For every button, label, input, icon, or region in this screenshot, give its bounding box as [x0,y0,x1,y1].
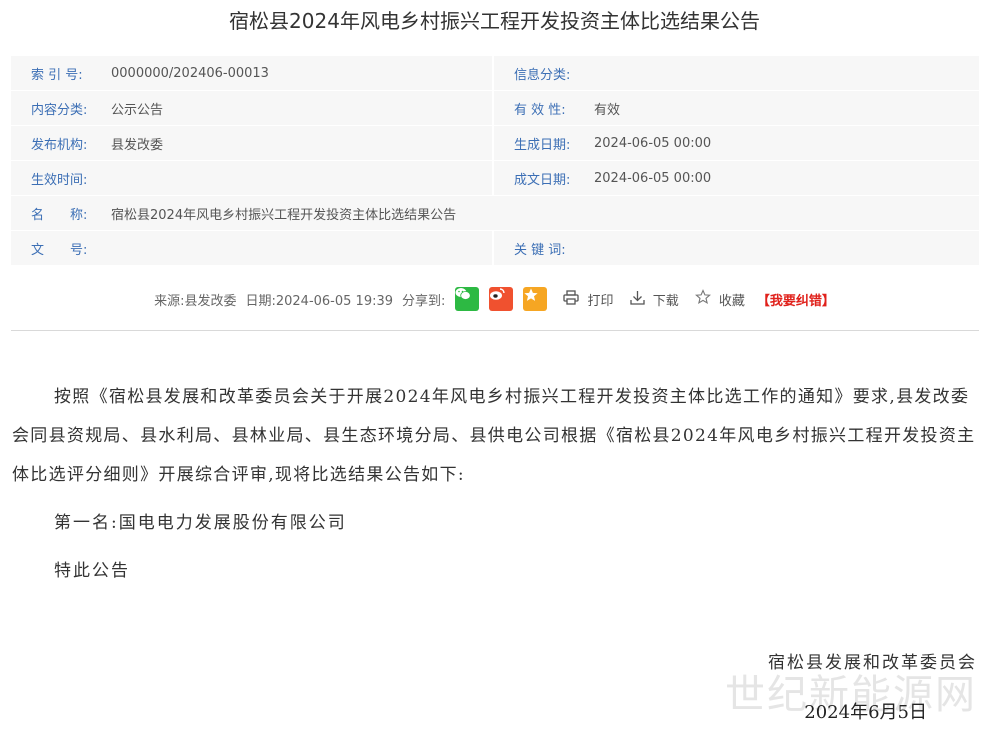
meta-row: 发布机构: 县发改委 生成日期: 2024-06-05 00:00 [11,125,979,161]
sign-date: 2024年6月5日 [804,702,927,723]
page-title: 宿松县2024年风电乡村振兴工程开发投资主体比选结果公告 [229,9,760,33]
download-label: 下载 [652,293,679,309]
index-value: 0000000/202406-00013 [111,56,492,91]
star-outline-icon [694,289,711,305]
share-weibo-button[interactable] [489,287,514,311]
wechat-icon [455,288,472,300]
print-label: 打印 [587,293,614,309]
share-wechat-button[interactable] [455,287,480,311]
content-class-label: 内容分类: [11,90,111,126]
name-label: 名 称: [11,195,111,231]
report-error-link[interactable]: 【我要纠错】 [757,290,835,309]
meta-row: 索 引 号: 0000000/202406-00013 信息分类: [11,56,979,91]
favorite-label: 收藏 [718,294,745,309]
signer-name: 宿松县发展和改革委员会 [768,653,977,673]
publisher-label: 发布机构: [11,125,111,161]
publisher-value: 县发改委 [111,125,492,161]
weibo-icon [490,288,506,300]
drafted-date-label: 成文日期: [494,160,594,196]
validity-value: 有效 [594,90,979,126]
doc-number-label: 文 号: [11,230,111,266]
share-label: 分享到: [402,293,446,309]
metadata-table: 索 引 号: 0000000/202406-00013 信息分类: 内容分类: … [11,56,979,266]
effective-time-value [111,160,492,196]
created-date-label: 生成日期: [494,125,594,161]
drafted-date-value: 2024-06-05 00:00 [594,160,979,196]
content-class-value: 公示公告 [111,90,492,126]
download-button[interactable]: 下载 [629,290,679,309]
article-body: 按照《宿松县发展和改革委员会关于开展2024年风电乡村振兴工程开发投资主体比选工… [12,378,978,595]
created-date-value: 2024-06-05 00:00 [594,125,979,161]
info-class-label: 信息分类: [494,56,594,91]
info-class-value [594,56,979,91]
meta-row: 名 称: 宿松县2024年风电乡村振兴工程开发投资主体比选结果公告 [11,195,979,231]
body-paragraph: 按照《宿松县发展和改革委员会关于开展2024年风电乡村振兴工程开发投资主体比选工… [12,387,976,485]
name-value: 宿松县2024年风电乡村振兴工程开发投资主体比选结果公告 [111,195,979,231]
validity-label: 有 效 性: [494,90,594,126]
index-label: 索 引 号: [11,56,111,91]
meta-row: 内容分类: 公示公告 有 效 性: 有效 [11,90,979,126]
favorite-button[interactable]: 收藏 [694,289,745,309]
doc-number-value [111,230,492,266]
closing-line: 特此公告 [54,561,130,581]
star-icon [524,288,539,301]
meta-row: 文 号: 关 键 词: [11,230,979,266]
source-text: 来源:县发改委 [154,293,237,309]
download-icon [629,290,645,305]
share-qzone-button[interactable] [523,287,548,311]
publish-date: 日期:2024-06-05 19:39 [245,293,394,309]
divider-line [11,330,979,331]
keywords-label: 关 键 词: [494,230,594,266]
meta-row: 生效时间: 成文日期: 2024-06-05 00:00 [11,160,979,196]
effective-time-label: 生效时间: [11,160,111,196]
source-bar: 来源:县发改委 日期:2024-06-05 19:39 分享到: 打印 下载 收… [0,286,989,312]
rank-first-line: 第一名:国电电力发展股份有限公司 [54,513,347,533]
keywords-value [594,230,979,266]
print-button[interactable]: 打印 [563,289,614,309]
printer-icon [563,289,580,305]
